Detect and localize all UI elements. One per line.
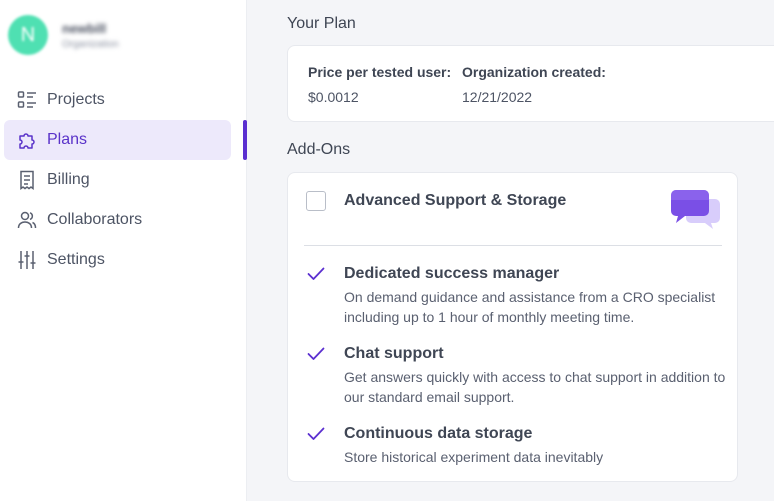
chat-bubbles-icon bbox=[671, 189, 721, 236]
puzzle-icon bbox=[17, 130, 37, 150]
sidebar-item-label: Billing bbox=[47, 171, 90, 188]
sidebar-item-label: Projects bbox=[47, 91, 105, 108]
sidebar-item-label: Plans bbox=[47, 131, 88, 148]
your-plan-heading: Your Plan bbox=[287, 15, 356, 32]
sidebar-item-label: Settings bbox=[47, 251, 105, 268]
check-icon bbox=[307, 427, 325, 446]
active-indicator bbox=[243, 120, 247, 160]
org-avatar: N bbox=[8, 15, 48, 55]
check-icon bbox=[307, 267, 325, 286]
addon-checkbox[interactable] bbox=[306, 191, 326, 211]
org-switcher[interactable]: N newbill Organization bbox=[8, 15, 119, 55]
list-icon bbox=[17, 90, 37, 110]
sliders-icon bbox=[17, 250, 37, 270]
users-icon bbox=[17, 210, 37, 230]
sidebar-item-billing[interactable]: Billing bbox=[4, 160, 231, 200]
org-name: newbill bbox=[62, 20, 107, 36]
price-label: Price per tested user: bbox=[308, 64, 452, 80]
receipt-icon bbox=[17, 170, 37, 190]
sidebar-item-settings[interactable]: Settings bbox=[4, 240, 231, 280]
sidebar-item-projects[interactable]: Projects bbox=[4, 80, 231, 120]
feature-description: On demand guidance and assistance from a… bbox=[344, 289, 716, 325]
sidebar-item-collaborators[interactable]: Collaborators bbox=[4, 200, 231, 240]
divider bbox=[304, 245, 722, 246]
feature-description: Store historical experiment data inevita… bbox=[344, 449, 604, 465]
check-icon bbox=[307, 347, 325, 366]
sidebar-item-label: Collaborators bbox=[47, 211, 143, 228]
sidebar: N newbill Organization Projects Plans Bi… bbox=[0, 0, 247, 501]
addon-card: Advanced Support & Storage Dedicated suc… bbox=[287, 172, 738, 482]
sidebar-item-plans[interactable]: Plans bbox=[4, 120, 231, 160]
addons-heading: Add-Ons bbox=[287, 141, 351, 158]
created-label: Organization created: bbox=[462, 64, 606, 80]
addon-title: Advanced Support & Storage bbox=[344, 192, 567, 209]
feature-title: Continuous data storage bbox=[344, 425, 533, 442]
sidebar-nav: Projects Plans Billing Collaborators Set… bbox=[4, 80, 231, 280]
feature-description: Get answers quickly with access to chat … bbox=[344, 369, 726, 405]
price-value: $0.0012 bbox=[308, 89, 359, 105]
created-value: 12/21/2022 bbox=[462, 89, 533, 105]
org-subtitle: Organization bbox=[62, 38, 119, 50]
feature-title: Chat support bbox=[344, 345, 444, 362]
feature-title: Dedicated success manager bbox=[344, 265, 560, 282]
plan-card: Price per tested user: $0.0012 Organizat… bbox=[287, 45, 774, 122]
